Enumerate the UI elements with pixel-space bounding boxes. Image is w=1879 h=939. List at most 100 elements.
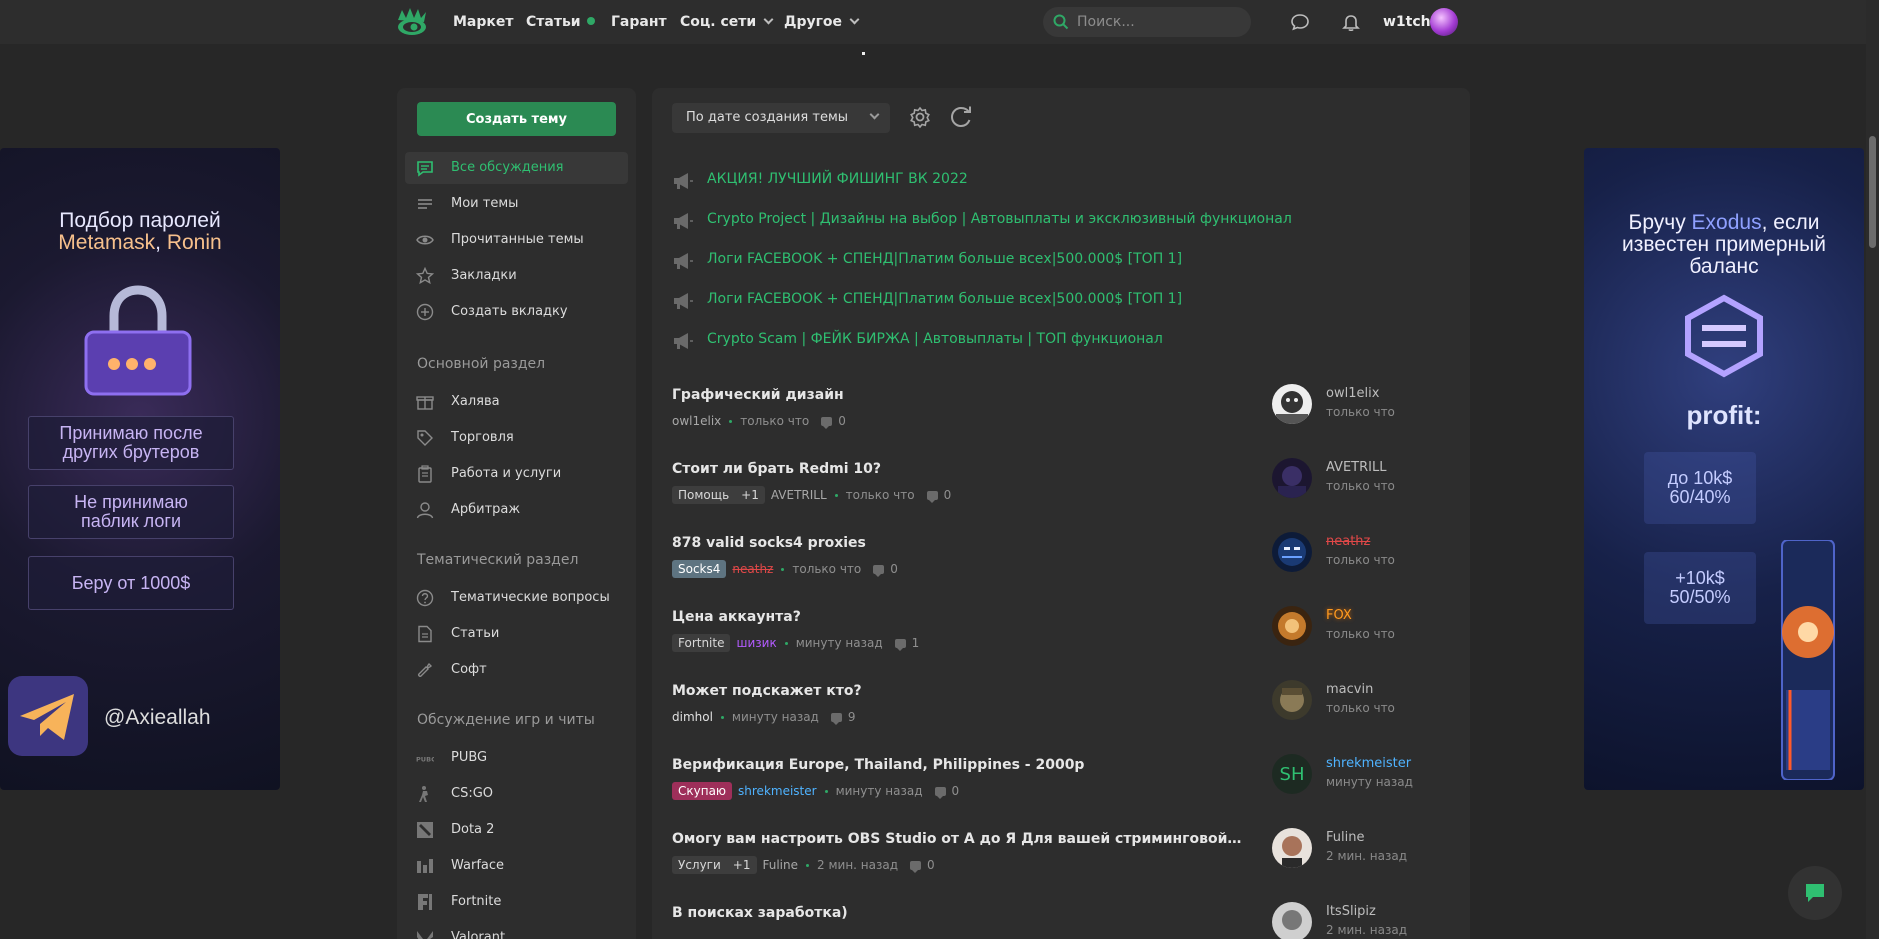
bell-icon[interactable] xyxy=(1341,12,1361,32)
avatar[interactable] xyxy=(1272,384,1312,424)
last-post[interactable]: SH shrekmeister минуту назад xyxy=(1272,754,1472,794)
right-ad-banner[interactable]: Бручу Exodus, если известен примерный ба… xyxy=(1584,148,1864,790)
gear-icon[interactable] xyxy=(909,106,931,128)
sidebar-item-csgo[interactable]: CS:GO xyxy=(405,778,628,810)
thread-row[interactable]: Цена аккаунта? Fortnite шизик минуту наз… xyxy=(672,606,1452,671)
thread-title[interactable]: Омогу вам настроить OBS Studio от А до Я… xyxy=(672,831,1242,847)
sidebar-item-thematic-questions[interactable]: Тематические вопросы xyxy=(405,582,628,614)
last-post[interactable]: FOX только что xyxy=(1272,606,1472,646)
last-post-user[interactable]: macvin xyxy=(1326,682,1373,697)
last-post[interactable]: ItsSlipiz 2 мин. назад xyxy=(1272,902,1472,939)
avatar[interactable] xyxy=(1272,606,1312,646)
sidebar-item-arbitrage[interactable]: Арбитраж xyxy=(405,494,628,526)
last-post-user[interactable]: ItsSlipiz xyxy=(1326,904,1376,919)
sidebar-item-dota[interactable]: Dota 2 xyxy=(405,814,628,846)
thread-row[interactable]: Графический дизайн owl1elix только что 0… xyxy=(672,384,1452,449)
sidebar-item-valorant[interactable]: Valorant xyxy=(405,922,628,939)
last-post-user[interactable]: AVETRILL xyxy=(1326,460,1386,475)
search-input[interactable] xyxy=(1077,7,1245,37)
left-ad-banner[interactable]: Подбор паролей Metamask, Ronin Принимаю … xyxy=(0,148,280,790)
sidebar-item-bookmarks[interactable]: Закладки xyxy=(405,260,628,292)
sticky-thread-title[interactable]: Crypto Scam | ФЕЙК БИРЖА | Автовыплаты |… xyxy=(707,331,1163,347)
sidebar-item-create-tab[interactable]: Создать вкладку xyxy=(405,296,628,328)
thread-row[interactable]: Омогу вам настроить OBS Studio от А до Я… xyxy=(672,828,1452,893)
sidebar-item-fortnite[interactable]: Fortnite xyxy=(405,886,628,918)
sidebar-item-all-discussions[interactable]: Все обсуждения xyxy=(405,152,628,184)
last-post-user[interactable]: Fuline xyxy=(1326,830,1364,845)
thread-title[interactable]: В поисках заработка) xyxy=(672,905,1242,921)
username[interactable]: w1tch xyxy=(1383,14,1431,30)
last-post[interactable]: owl1elix только что xyxy=(1272,384,1472,424)
sticky-thread-title[interactable]: Crypto Project | Дизайны на выбор | Авто… xyxy=(707,211,1292,227)
thread-row[interactable]: Верификация Europe, Thailand, Philippine… xyxy=(672,754,1452,819)
thread-row[interactable]: Стоит ли брать Redmi 10? Помощь +1 AVETRI… xyxy=(672,458,1452,523)
page-scrollbar[interactable] xyxy=(1866,0,1879,939)
sticky-thread-title[interactable]: АКЦИЯ! ЛУЧШИЙ ФИШИНГ ВК 2022 xyxy=(707,171,968,187)
nav-garant[interactable]: Гарант xyxy=(611,14,667,30)
thread-prefix-badge[interactable]: Скупаю xyxy=(672,782,733,800)
last-post[interactable]: macvin только что xyxy=(1272,680,1472,720)
sidebar-item-freebies[interactable]: Халява xyxy=(405,386,628,418)
thread-row[interactable]: В поисках заработка) ItsSlipiz 2 мин. на… xyxy=(672,902,1452,939)
sticky-thread-title[interactable]: Логи FACEBOOK + СПЕНД|Платим больше всех… xyxy=(707,251,1182,267)
thread-title[interactable]: Стоит ли брать Redmi 10? xyxy=(672,461,1242,477)
last-post[interactable]: Fuline 2 мин. назад xyxy=(1272,828,1472,868)
avatar[interactable] xyxy=(1272,828,1312,868)
chat-button[interactable] xyxy=(1788,866,1842,920)
last-post-user[interactable]: neathz xyxy=(1326,534,1370,549)
thread-author[interactable]: AVETRILL xyxy=(771,488,827,502)
sidebar-item-articles[interactable]: Статьи xyxy=(405,618,628,650)
conversations-icon[interactable] xyxy=(1290,12,1310,32)
sticky-thread-title[interactable]: Логи FACEBOOK + СПЕНД|Платим больше всех… xyxy=(707,291,1182,307)
avatar[interactable] xyxy=(1272,532,1312,572)
thread-author[interactable]: шизик xyxy=(736,636,776,650)
thread-title[interactable]: Цена аккаунта? xyxy=(672,609,1242,625)
thread-row[interactable]: Может подскажет кто? dimhol минуту назад… xyxy=(672,680,1452,745)
thread-author[interactable]: neathz xyxy=(732,562,773,576)
thread-author[interactable]: shrekmeister xyxy=(738,784,817,798)
create-topic-button[interactable]: Создать тему xyxy=(417,102,616,136)
thread-author[interactable]: dimhol xyxy=(672,710,713,724)
avatar[interactable] xyxy=(1272,902,1312,939)
scrollbar-thumb[interactable] xyxy=(1869,136,1876,248)
search-box[interactable] xyxy=(1043,7,1251,37)
sticky-thread[interactable]: Логи FACEBOOK + СПЕНД|Платим больше всех… xyxy=(672,248,1452,274)
last-post[interactable]: AVETRILL только что xyxy=(1272,458,1472,498)
sidebar-item-read-topics[interactable]: Прочитанные темы xyxy=(405,224,628,256)
sticky-thread[interactable]: Логи FACEBOOK + СПЕНД|Платим больше всех… xyxy=(672,288,1452,314)
thread-row[interactable]: 878 valid socks4 proxies Socks4 neathz т… xyxy=(672,532,1452,597)
thread-prefix-badge[interactable]: Помощь +1 xyxy=(672,486,765,504)
thread-author[interactable]: owl1elix xyxy=(672,414,721,428)
nav-social[interactable]: Соц. сети xyxy=(680,14,774,30)
sidebar-item-work-services[interactable]: Работа и услуги xyxy=(405,458,628,490)
last-post-user[interactable]: owl1elix xyxy=(1326,386,1379,401)
sidebar-item-my-topics[interactable]: Мои темы xyxy=(405,188,628,220)
avatar[interactable]: SH xyxy=(1272,754,1312,794)
thread-prefix-badge[interactable]: Socks4 xyxy=(672,560,727,578)
last-post-user[interactable]: shrekmeister xyxy=(1326,756,1411,771)
nav-market[interactable]: Маркет xyxy=(453,14,514,30)
sidebar-item-trading[interactable]: Торговля xyxy=(405,422,628,454)
avatar[interactable] xyxy=(1272,458,1312,498)
sidebar-item-soft[interactable]: Софт xyxy=(405,654,628,686)
thread-title[interactable]: Графический дизайн xyxy=(672,387,1242,403)
sticky-thread[interactable]: АКЦИЯ! ЛУЧШИЙ ФИШИНГ ВК 2022 xyxy=(672,168,1452,194)
avatar[interactable] xyxy=(1272,680,1312,720)
thread-title[interactable]: 878 valid socks4 proxies xyxy=(672,535,1242,551)
sort-dropdown[interactable]: По дате создания темы xyxy=(672,103,890,133)
sticky-thread[interactable]: Crypto Project | Дизайны на выбор | Авто… xyxy=(672,208,1452,234)
nav-articles[interactable]: Статьи xyxy=(526,14,595,30)
sidebar-item-warface[interactable]: Warface xyxy=(405,850,628,882)
thread-title[interactable]: Верификация Europe, Thailand, Philippine… xyxy=(672,757,1242,773)
last-post[interactable]: neathz только что xyxy=(1272,532,1472,572)
thread-author[interactable]: Fuline xyxy=(763,858,799,872)
sticky-thread[interactable]: Crypto Scam | ФЕЙК БИРЖА | Автовыплаты |… xyxy=(672,328,1452,354)
thread-title[interactable]: Может подскажет кто? xyxy=(672,683,1242,699)
sidebar-item-pubg[interactable]: PUBG PUBG xyxy=(405,742,628,774)
eye-logo-icon[interactable] xyxy=(396,6,430,38)
thread-prefix-badge[interactable]: Fortnite xyxy=(672,634,731,652)
nav-other[interactable]: Другое xyxy=(784,14,860,30)
thread-prefix-badge[interactable]: Услуги +1 xyxy=(672,856,757,874)
refresh-icon[interactable] xyxy=(950,106,974,128)
user-avatar[interactable] xyxy=(1430,8,1458,36)
